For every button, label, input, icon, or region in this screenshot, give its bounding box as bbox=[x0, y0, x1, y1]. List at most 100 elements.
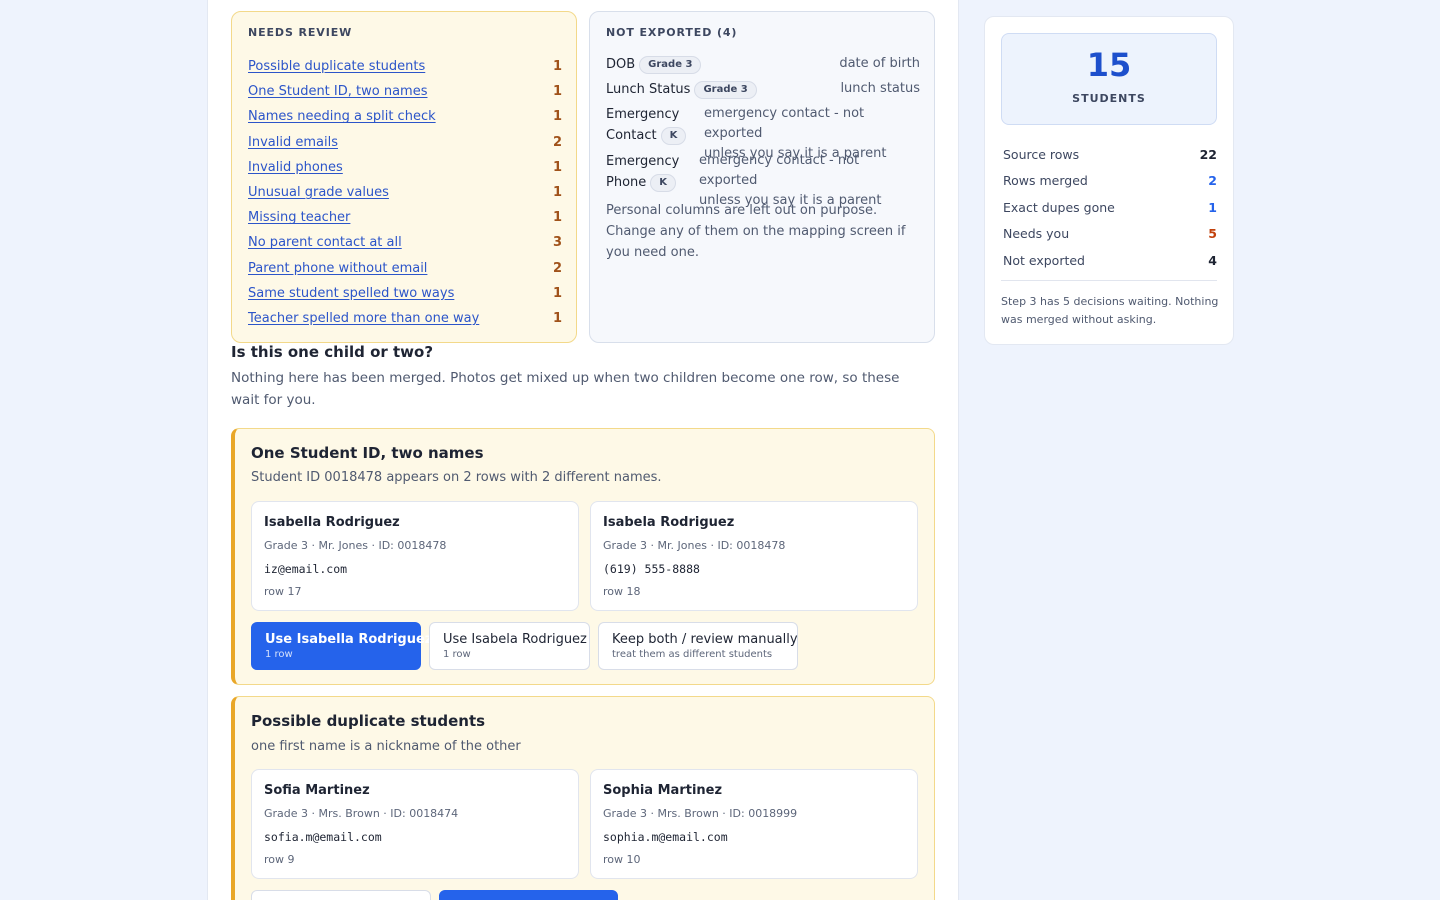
review-link-one-id-two-names[interactable]: One Student ID, two names bbox=[248, 84, 427, 99]
not-exported-note: Personal columns are left out on purpose… bbox=[606, 203, 906, 260]
card-desc: one first name is a nickname of the othe… bbox=[251, 739, 521, 754]
stat-needs-you: Needs you 5 bbox=[1003, 226, 1217, 242]
card-title: Possible duplicate students bbox=[251, 712, 486, 730]
review-count: 1 bbox=[552, 285, 562, 301]
stat-value: 2 bbox=[1208, 173, 1217, 189]
summary-note: Step 3 has 5 decisions waiting. Nothing … bbox=[1001, 295, 1219, 326]
student-contact: sofia.m@email.com bbox=[264, 830, 382, 844]
review-item: Parent phone without email 2 bbox=[248, 256, 562, 281]
review-count: 3 bbox=[552, 235, 562, 251]
review-item: Missing teacher 1 bbox=[248, 205, 562, 230]
review-item: Same student spelled two ways 1 bbox=[248, 281, 562, 306]
student-contact: sophia.m@email.com bbox=[603, 830, 728, 844]
review-link-unusual-grades[interactable]: Unusual grade values bbox=[248, 185, 389, 200]
not-exported-item-emergency-phone: Emergency Phone K emergency contact - not … bbox=[606, 151, 920, 208]
summary-panel: 15 STUDENTS Source rows 22 Rows merged 2 E… bbox=[984, 16, 1234, 345]
not-exported-item-dob: DOB Grade 3 date of birth bbox=[606, 54, 920, 76]
review-item: Names needing a split check 1 bbox=[248, 104, 562, 129]
grade-pill: Grade 3 bbox=[694, 81, 757, 99]
stat-value: 4 bbox=[1208, 252, 1217, 268]
decision-button-keep-both[interactable] bbox=[251, 890, 431, 900]
review-count: 1 bbox=[552, 159, 562, 175]
review-link-no-parent-contact[interactable]: No parent contact at all bbox=[248, 235, 402, 250]
student-contact: (619) 555-8888 bbox=[603, 562, 700, 576]
student-record-card: Sofia Martinez Grade 3 · Mrs. Brown · ID… bbox=[251, 769, 579, 879]
student-meta: Grade 3 · Mrs. Brown · ID: 0018474 bbox=[264, 807, 459, 820]
stat-value: 22 bbox=[1199, 146, 1217, 162]
review-count: 1 bbox=[552, 185, 562, 201]
review-link-possible-duplicates[interactable]: Possible duplicate students bbox=[248, 59, 425, 74]
needs-review-panel: NEEDS REVIEW Possible duplicate students… bbox=[231, 11, 577, 343]
divider bbox=[1001, 280, 1217, 281]
card-title: One Student ID, two names bbox=[251, 444, 484, 462]
review-item: No parent contact at all 3 bbox=[248, 230, 562, 255]
not-exported-title: NOT EXPORTED (4) bbox=[606, 26, 738, 39]
student-name: Sophia Martinez bbox=[603, 783, 723, 798]
source-row: row 9 bbox=[264, 853, 295, 866]
student-record-card: Isabela Rodriguez Grade 3 · Mr. Jones · … bbox=[590, 501, 918, 611]
grade-pill: K bbox=[660, 127, 687, 145]
main-panel: NEEDS REVIEW Possible duplicate students… bbox=[207, 0, 959, 900]
needs-review-list: Possible duplicate students 1 One Student… bbox=[248, 54, 562, 331]
student-meta: Grade 3 · Mr. Jones · ID: 0018478 bbox=[264, 539, 447, 552]
student-count-label: STUDENTS bbox=[1072, 92, 1146, 105]
column-desc: lunch status bbox=[840, 81, 920, 96]
use-second-name-button[interactable]: Use Isabela Rodriguez 1 row bbox=[429, 622, 590, 670]
review-item: Unusual grade values 1 bbox=[248, 180, 562, 205]
not-exported-panel: NOT EXPORTED (4) DOB Grade 3 date of birt… bbox=[589, 11, 935, 343]
student-record-card: Isabella Rodriguez Grade 3 · Mr. Jones ·… bbox=[251, 501, 579, 611]
stat-exact-dupes: Exact dupes gone 1 bbox=[1003, 199, 1217, 215]
student-name: Isabella Rodriguez bbox=[264, 515, 400, 530]
column-desc: date of birth bbox=[839, 56, 920, 71]
not-exported-item-emergency-contact: Emergency Contact K emergency contact - no… bbox=[606, 104, 920, 161]
review-count: 2 bbox=[552, 134, 562, 150]
review-count: 1 bbox=[552, 109, 562, 125]
review-link-teacher-spelling[interactable]: Teacher spelled more than one way bbox=[248, 311, 479, 326]
student-record-card: Sophia Martinez Grade 3 · Mrs. Brown · I… bbox=[590, 769, 918, 879]
student-count: 15 bbox=[1086, 46, 1132, 84]
source-row: row 18 bbox=[603, 585, 641, 598]
review-link-phone-without-email[interactable]: Parent phone without email bbox=[248, 261, 427, 276]
column-name: Lunch Status Grade 3 bbox=[606, 79, 757, 100]
review-link-spelled-two-ways[interactable]: Same student spelled two ways bbox=[248, 286, 454, 301]
stat-value: 1 bbox=[1208, 199, 1217, 215]
keep-both-button[interactable]: Keep both / review manually treat them a… bbox=[598, 622, 798, 670]
review-item: Invalid phones 1 bbox=[248, 155, 562, 180]
review-item: Teacher spelled more than one way 1 bbox=[248, 306, 562, 331]
review-link-split-check[interactable]: Names needing a split check bbox=[248, 109, 436, 124]
source-row: row 10 bbox=[603, 853, 641, 866]
column-name: DOB Grade 3 bbox=[606, 54, 702, 75]
card-desc: Student ID 0018478 appears on 2 rows wit… bbox=[251, 470, 662, 485]
student-name: Sofia Martinez bbox=[264, 783, 370, 798]
section-desc: Nothing here has been merged. Photos get… bbox=[231, 370, 900, 408]
review-link-invalid-phones[interactable]: Invalid phones bbox=[248, 160, 343, 175]
section-title: Is this one child or two? bbox=[231, 343, 434, 361]
student-meta: Grade 3 · Mrs. Brown · ID: 0018999 bbox=[603, 807, 798, 820]
student-meta: Grade 3 · Mr. Jones · ID: 0018478 bbox=[603, 539, 786, 552]
needs-review-title: NEEDS REVIEW bbox=[248, 26, 353, 39]
stat-rows-merged: Rows merged 2 bbox=[1003, 173, 1217, 189]
review-item: Possible duplicate students 1 bbox=[248, 54, 562, 79]
decision-card-one-id-two-names: One Student ID, two names Student ID 001… bbox=[231, 428, 935, 685]
student-contact: iz@email.com bbox=[264, 562, 348, 576]
review-item: One Student ID, two names 1 bbox=[248, 79, 562, 104]
student-count-box: 15 STUDENTS bbox=[1001, 33, 1217, 125]
review-count: 2 bbox=[552, 260, 562, 276]
review-count: 1 bbox=[552, 310, 562, 326]
grade-pill: K bbox=[650, 174, 677, 192]
column-name: Emergency Phone K bbox=[606, 154, 680, 192]
not-exported-item-lunch: Lunch Status Grade 3 lunch status bbox=[606, 79, 920, 101]
decision-card-possible-duplicates: Possible duplicate students one first na… bbox=[231, 696, 935, 900]
column-name: Emergency Contact K bbox=[606, 104, 687, 146]
student-name: Isabela Rodriguez bbox=[603, 515, 735, 530]
use-first-name-button[interactable]: Use Isabella Rodriguez 1 row bbox=[251, 622, 432, 670]
review-link-missing-teacher[interactable]: Missing teacher bbox=[248, 210, 350, 225]
source-row: row 17 bbox=[264, 585, 302, 598]
review-link-invalid-emails[interactable]: Invalid emails bbox=[248, 135, 338, 150]
review-count: 1 bbox=[552, 210, 562, 226]
summary-stats: Source rows 22 Rows merged 2 Exact dupes g… bbox=[1003, 141, 1217, 274]
decision-button-merge[interactable] bbox=[439, 890, 618, 900]
review-count: 1 bbox=[552, 84, 562, 100]
stat-source-rows: Source rows 22 bbox=[1003, 146, 1217, 162]
review-item: Invalid emails 2 bbox=[248, 130, 562, 155]
